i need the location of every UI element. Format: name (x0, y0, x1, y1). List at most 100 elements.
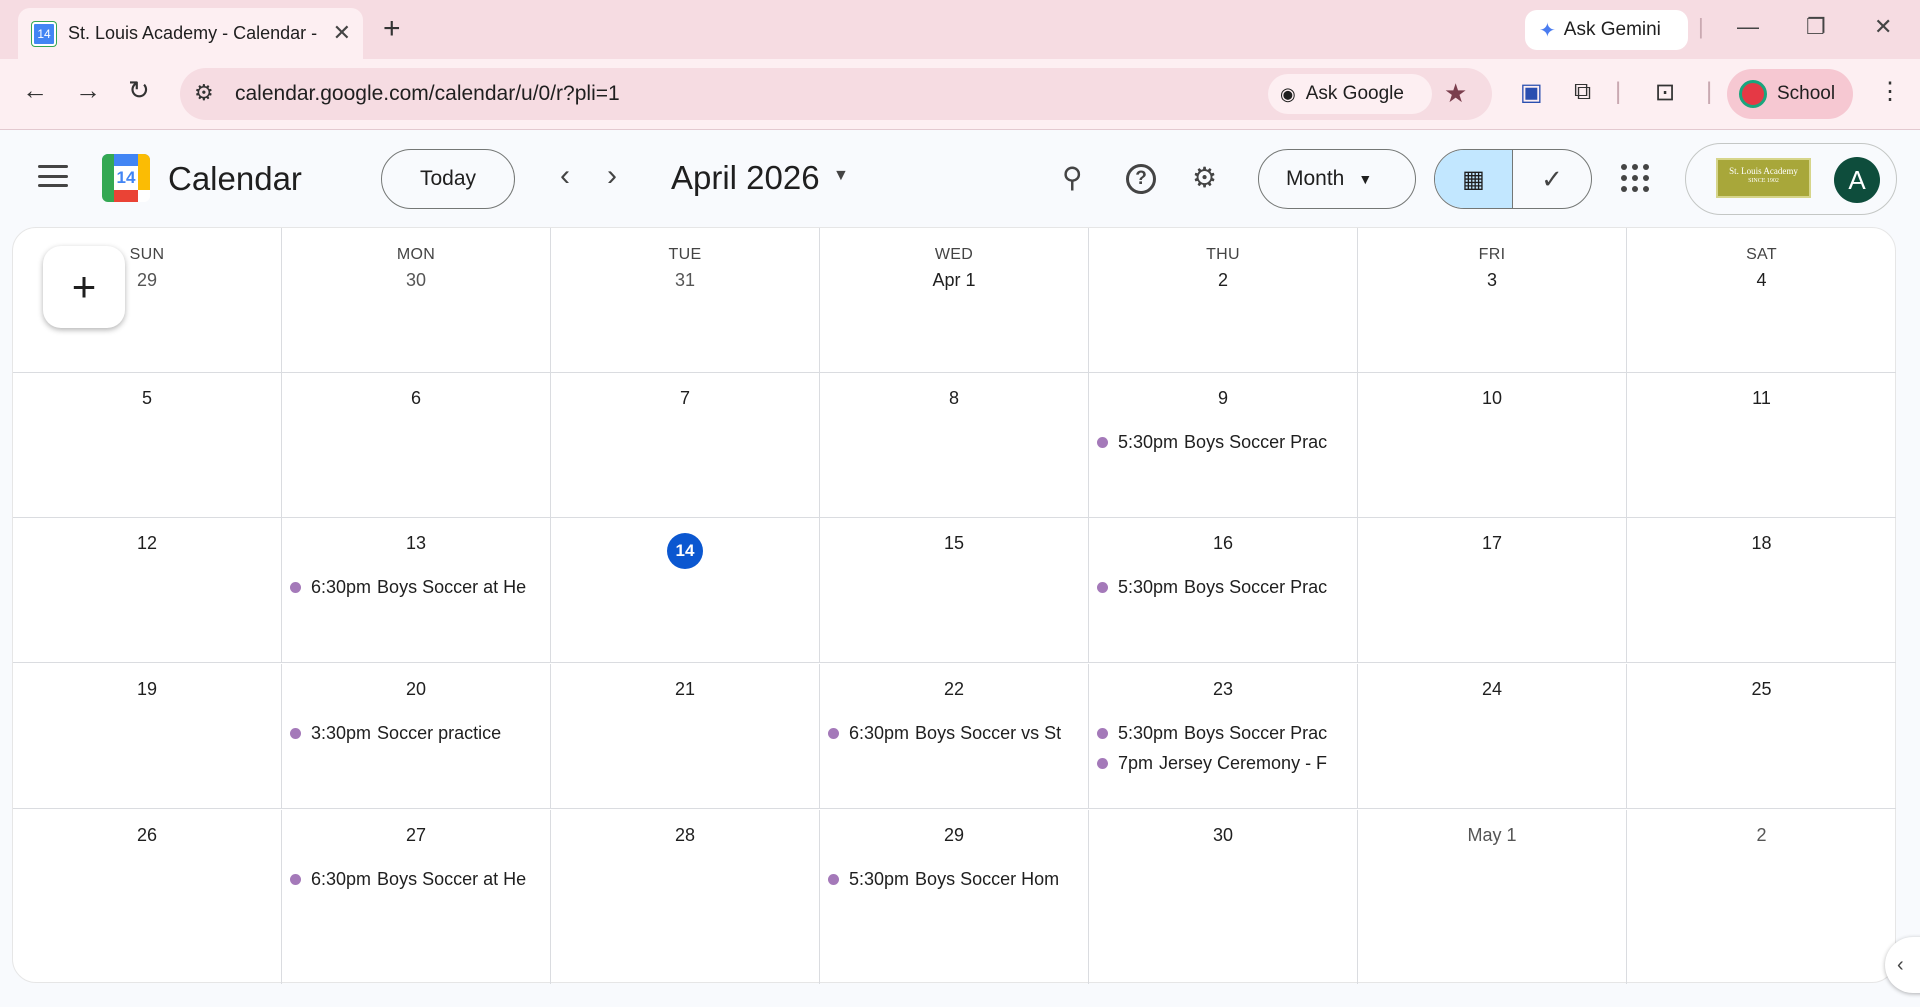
calendar-view-icon[interactable]: ▦ (1435, 150, 1513, 208)
ask-google-button[interactable]: ◉ Ask Google (1268, 74, 1432, 114)
day-cell[interactable]: 29 5:30pm Boys Soccer Hom (820, 810, 1089, 984)
date-number[interactable]: 29 (944, 825, 964, 849)
date-number[interactable]: 15 (944, 533, 964, 557)
date-number[interactable]: 7 (680, 388, 690, 412)
day-cell[interactable]: SAT 4 (1627, 228, 1896, 373)
ask-gemini-button[interactable]: ✦ Ask Gemini (1525, 10, 1688, 50)
day-cell[interactable]: 17 (1358, 518, 1627, 663)
day-cell[interactable]: 25 (1627, 664, 1896, 809)
date-number[interactable]: 30 (1213, 825, 1233, 849)
day-cell[interactable]: 20 3:30pm Soccer practice (282, 664, 551, 809)
gear-icon[interactable]: ⚙ (1192, 161, 1217, 194)
calendar-logo-icon[interactable]: 14 (102, 154, 150, 202)
day-cell[interactable]: 6 (282, 373, 551, 518)
day-cell[interactable]: 8 (820, 373, 1089, 518)
tasks-view-icon[interactable]: ✓ (1513, 150, 1591, 208)
event-chip[interactable]: 5:30pm Boys Soccer Prac (1097, 718, 1350, 748)
date-number[interactable]: 9 (1218, 388, 1228, 412)
today-button[interactable]: Today (381, 149, 515, 209)
create-button[interactable]: + (43, 246, 125, 328)
date-number[interactable]: 29 (137, 270, 157, 294)
date-number[interactable]: 21 (675, 679, 695, 703)
date-number[interactable]: 20 (406, 679, 426, 703)
view-selector[interactable]: Month ▼ (1258, 149, 1416, 209)
day-cell[interactable]: May 1 (1358, 810, 1627, 984)
date-number[interactable]: 23 (1213, 679, 1233, 703)
day-cell[interactable]: 24 (1358, 664, 1627, 809)
avatar[interactable]: A (1834, 157, 1880, 203)
day-cell[interactable]: 9 5:30pm Boys Soccer Prac (1089, 373, 1358, 518)
date-number[interactable]: 24 (1482, 679, 1502, 703)
profile-button[interactable]: School (1727, 69, 1853, 119)
date-number[interactable]: 22 (944, 679, 964, 703)
event-chip[interactable]: 6:30pm Boys Soccer vs St (828, 718, 1081, 748)
day-cell[interactable]: 21 (551, 664, 820, 809)
date-number[interactable]: 16 (1213, 533, 1233, 557)
day-cell[interactable]: 23 5:30pm Boys Soccer Prac 7pm Jersey Ceremo… (1089, 664, 1358, 809)
date-number[interactable]: 13 (406, 533, 426, 557)
back-arrow-icon[interactable]: ← (22, 75, 48, 106)
apps-grid-icon[interactable] (1621, 164, 1649, 192)
day-cell[interactable]: 30 (1089, 810, 1358, 984)
day-cell[interactable]: TUE 31 (551, 228, 820, 373)
day-cell[interactable]: 26 (13, 810, 282, 984)
day-cell[interactable]: 28 (551, 810, 820, 984)
previous-month-icon[interactable]: ‹ (560, 159, 570, 193)
day-cell[interactable]: WED Apr 1 (820, 228, 1089, 373)
date-number[interactable]: 3 (1487, 270, 1497, 294)
date-number[interactable]: 28 (675, 825, 695, 849)
browser-menu-icon[interactable]: ⋮ (1878, 77, 1902, 106)
account-switcher[interactable]: St. Louis Academy SINCE 1902 A (1685, 143, 1897, 215)
event-chip[interactable]: 3:30pm Soccer practice (290, 718, 543, 748)
date-number[interactable]: 30 (406, 270, 426, 294)
day-cell[interactable]: 27 6:30pm Boys Soccer at He (282, 810, 551, 984)
event-chip[interactable]: 5:30pm Boys Soccer Prac (1097, 427, 1350, 457)
day-cell[interactable]: 13 6:30pm Boys Soccer at He (282, 518, 551, 663)
event-chip[interactable]: 5:30pm Boys Soccer Prac (1097, 572, 1350, 602)
date-number[interactable]: 6 (411, 388, 421, 412)
restore-icon[interactable]: ❐ (1806, 14, 1826, 40)
date-number[interactable]: 11 (1752, 388, 1771, 412)
month-title[interactable]: April 2026 (671, 159, 820, 197)
date-number[interactable]: 2 (1218, 270, 1228, 294)
day-cell[interactable]: THU 2 (1089, 228, 1358, 373)
date-number[interactable]: 31 (675, 270, 695, 294)
date-number[interactable]: 2 (1756, 825, 1766, 849)
day-cell[interactable]: MON 30 (282, 228, 551, 373)
day-cell[interactable]: 18 (1627, 518, 1896, 663)
extensions-puzzle-icon[interactable]: ⧉ (1574, 78, 1591, 106)
day-cell[interactable]: 15 (820, 518, 1089, 663)
date-number[interactable]: 10 (1482, 388, 1502, 412)
omnibox[interactable]: ⚙ calendar.google.com/calendar/u/0/r?pli… (180, 68, 1492, 120)
new-tab-button[interactable]: + (383, 12, 401, 46)
next-month-icon[interactable]: › (607, 159, 617, 193)
minimize-icon[interactable]: — (1737, 14, 1759, 40)
date-number[interactable]: 19 (137, 679, 157, 703)
day-cell[interactable]: 19 (13, 664, 282, 809)
day-cell[interactable]: 12 (13, 518, 282, 663)
event-chip[interactable]: 5:30pm Boys Soccer Hom (828, 864, 1081, 894)
date-number[interactable]: 12 (137, 533, 157, 557)
date-number[interactable]: 5 (142, 388, 152, 412)
day-cell[interactable]: 11 (1627, 373, 1896, 518)
url-text[interactable]: calendar.google.com/calendar/u/0/r?pli=1 (235, 82, 620, 106)
date-number[interactable]: 25 (1751, 679, 1771, 703)
date-number[interactable]: May 1 (1467, 825, 1516, 849)
event-chip[interactable]: 6:30pm Boys Soccer at He (290, 864, 543, 894)
date-number[interactable]: 26 (137, 825, 157, 849)
day-cell[interactable]: 7 (551, 373, 820, 518)
day-cell[interactable]: 16 5:30pm Boys Soccer Prac (1089, 518, 1358, 663)
main-menu-icon[interactable] (38, 165, 68, 187)
forward-arrow-icon[interactable]: → (75, 75, 101, 106)
day-cell[interactable]: 2 (1627, 810, 1896, 984)
close-window-icon[interactable]: ✕ (1874, 14, 1892, 40)
tab-search-icon[interactable]: ⊡ (1655, 78, 1675, 107)
day-cell[interactable]: 10 (1358, 373, 1627, 518)
date-number[interactable]: 8 (949, 388, 959, 412)
day-cell[interactable]: 5 (13, 373, 282, 518)
month-dropdown-caret-icon[interactable]: ▼ (833, 167, 849, 185)
today-date-number[interactable]: 14 (667, 533, 703, 569)
close-tab-icon[interactable]: ✕ (333, 20, 351, 46)
date-number[interactable]: 4 (1756, 270, 1766, 294)
event-chip[interactable]: 6:30pm Boys Soccer at He (290, 572, 543, 602)
